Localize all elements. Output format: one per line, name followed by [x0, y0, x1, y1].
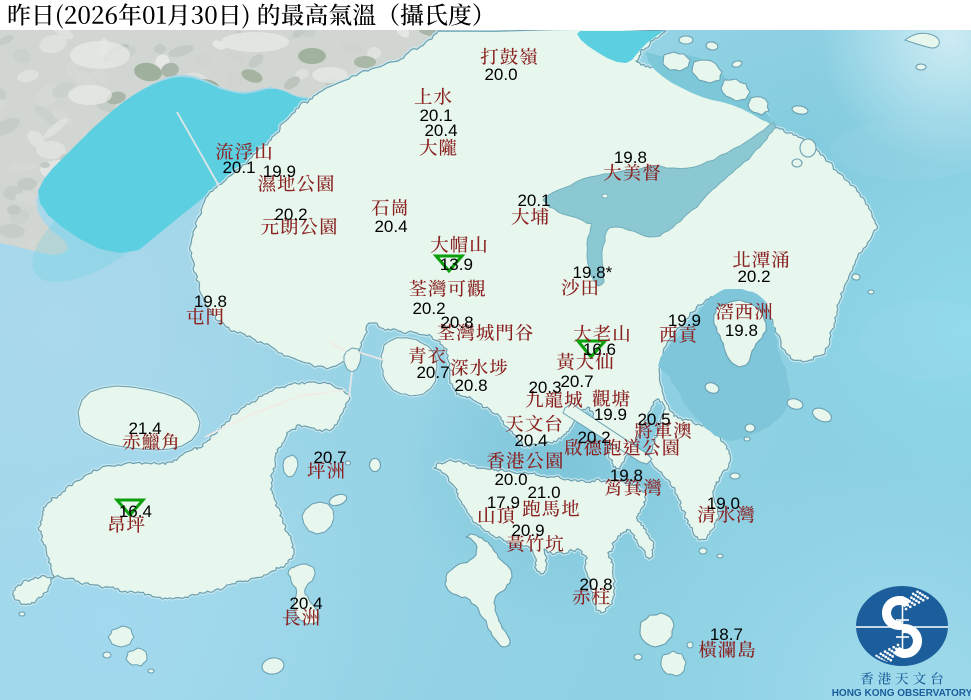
- svg-text:20.8: 20.8: [454, 376, 487, 395]
- svg-text:17.9: 17.9: [487, 493, 520, 512]
- svg-text:20.7: 20.7: [560, 372, 593, 391]
- svg-text:21.4: 21.4: [128, 419, 161, 438]
- svg-text:20.2: 20.2: [737, 267, 770, 286]
- svg-text:20.0: 20.0: [494, 470, 527, 489]
- svg-text:16.6: 16.6: [583, 340, 616, 359]
- svg-text:19.8: 19.8: [614, 148, 647, 167]
- svg-text:19.8: 19.8: [610, 466, 643, 485]
- svg-text:19.8: 19.8: [194, 292, 227, 311]
- svg-text:20.4: 20.4: [514, 431, 547, 450]
- svg-text:19.0: 19.0: [707, 494, 740, 513]
- svg-text:20.8: 20.8: [579, 575, 612, 594]
- svg-text:18.7: 18.7: [710, 625, 743, 644]
- svg-text:20.4: 20.4: [374, 217, 407, 236]
- svg-text:20.4: 20.4: [289, 594, 322, 613]
- svg-text:19.9: 19.9: [263, 162, 296, 181]
- svg-text:19.8*: 19.8*: [573, 263, 613, 282]
- svg-text:21.0: 21.0: [527, 483, 560, 502]
- svg-text:19.9: 19.9: [668, 311, 701, 330]
- svg-text:19.8: 19.8: [725, 321, 758, 340]
- svg-text:13.9: 13.9: [440, 255, 473, 274]
- svg-text:20.7: 20.7: [313, 448, 346, 467]
- svg-text:20.2: 20.2: [577, 428, 610, 447]
- svg-text:20.9: 20.9: [511, 521, 544, 540]
- svg-text:20.7: 20.7: [416, 363, 449, 382]
- svg-text:20.5: 20.5: [637, 410, 670, 429]
- svg-text:20.0: 20.0: [484, 65, 517, 84]
- svg-text:20.4: 20.4: [424, 121, 457, 140]
- svg-text:19.9: 19.9: [594, 405, 627, 424]
- svg-text:HONG KONG OBSERVATORY: HONG KONG OBSERVATORY: [832, 688, 971, 699]
- svg-text:20.2: 20.2: [274, 205, 307, 224]
- svg-text:20.8: 20.8: [440, 313, 473, 332]
- svg-text:20.1: 20.1: [222, 158, 255, 177]
- svg-text:20.3: 20.3: [528, 378, 561, 397]
- svg-text:20.1: 20.1: [517, 191, 550, 210]
- svg-text:16.4: 16.4: [119, 502, 152, 521]
